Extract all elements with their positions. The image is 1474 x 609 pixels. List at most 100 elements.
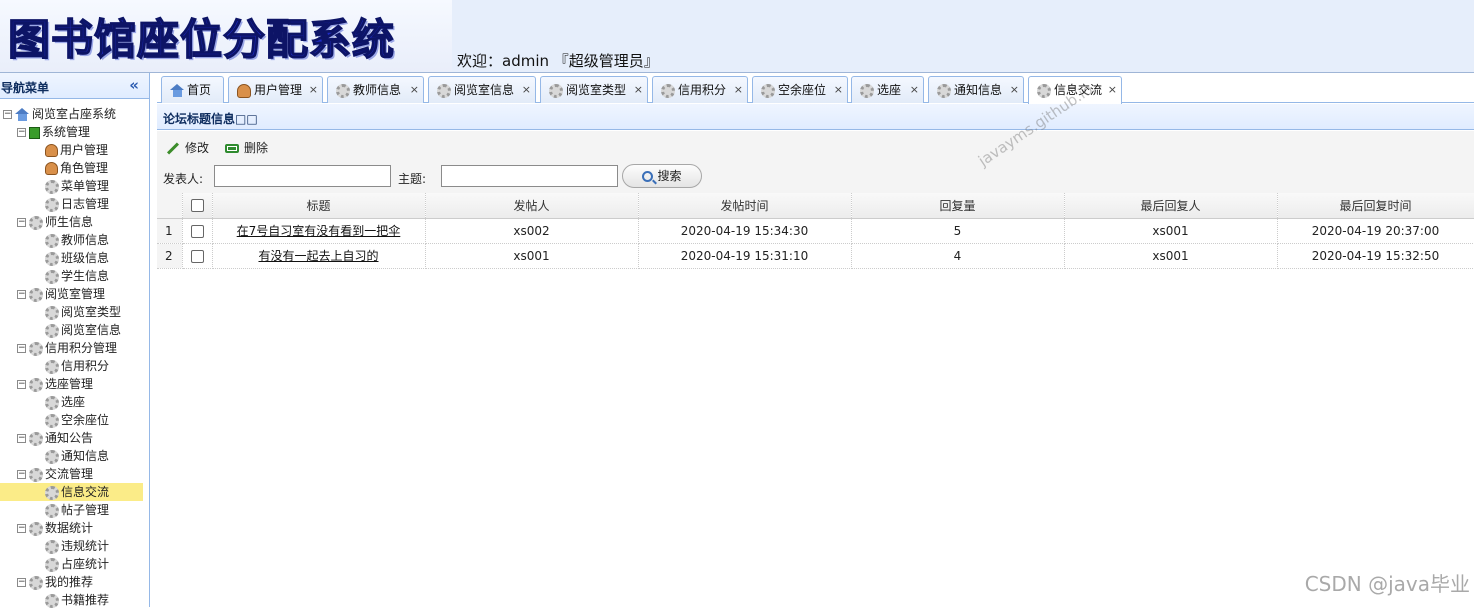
tab[interactable]: 阅览室信息× [428, 76, 536, 103]
tab-label: 用户管理 [254, 83, 302, 97]
collapse-toggle-icon[interactable]: − [17, 434, 26, 443]
gear-icon [45, 450, 59, 464]
close-icon[interactable]: × [910, 77, 919, 103]
tab[interactable]: 通知信息× [928, 76, 1024, 103]
sidebar-item[interactable]: 书籍推荐 [0, 591, 143, 609]
sidebar-item[interactable]: 通知信息 [0, 447, 143, 465]
sidebar-item[interactable]: 阅览室类型 [0, 303, 143, 321]
sidebar-item-label: 阅览室占座系统 [32, 107, 116, 121]
search-button[interactable]: 搜索 [622, 164, 702, 188]
col-header-last-replier[interactable]: 最后回复人 [1064, 193, 1277, 218]
sidebar-item[interactable]: −系统管理 [17, 123, 90, 141]
topic-label: 主题: [398, 170, 426, 187]
sidebar-item[interactable]: 阅览室信息 [0, 321, 143, 339]
sidebar-item-label: 阅览室管理 [45, 287, 105, 301]
post-title-link[interactable]: 有没有一起去上自习的 [258, 249, 378, 263]
sidebar-title: 导航菜单 [1, 79, 49, 96]
row-checkbox-cell[interactable] [182, 218, 212, 243]
collapse-toggle-icon[interactable]: − [17, 290, 26, 299]
tab[interactable]: 教师信息× [327, 76, 424, 103]
forum-table: 标题 发帖人 发帖时间 回复量 最后回复人 最后回复时间 1 在7号自习室有没有… [157, 193, 1474, 269]
sidebar-item[interactable]: −我的推荐 [17, 573, 93, 591]
sidebar-item[interactable]: 学生信息 [0, 267, 143, 285]
row-checkbox-cell[interactable] [182, 243, 212, 268]
sidebar-item[interactable]: 日志管理 [0, 195, 143, 213]
panel-title: 论坛标题信息□□ [163, 110, 258, 127]
collapse-toggle-icon[interactable]: − [17, 470, 26, 479]
sidebar-item[interactable]: −信用积分管理 [17, 339, 117, 357]
sidebar-item[interactable]: −交流管理 [17, 465, 93, 483]
tab-label: 选座 [877, 83, 901, 97]
sidebar-item[interactable]: 违规统计 [0, 537, 143, 555]
sidebar-item[interactable]: −数据统计 [17, 519, 93, 537]
sidebar-item[interactable]: −选座管理 [17, 375, 93, 393]
pencil-icon [167, 142, 179, 154]
sidebar-item[interactable]: −师生信息 [17, 213, 93, 231]
tab[interactable]: 空余座位× [752, 76, 848, 103]
sidebar-item[interactable]: 教师信息 [0, 231, 143, 249]
select-all-checkbox-cell[interactable] [182, 193, 212, 218]
sidebar-item[interactable]: −通知公告 [17, 429, 93, 447]
close-icon[interactable]: × [634, 77, 643, 103]
close-icon[interactable]: × [522, 77, 531, 103]
col-header-last-reply-time[interactable]: 最后回复时间 [1277, 193, 1474, 218]
gear-icon [336, 84, 350, 98]
sidebar-header: 导航菜单 « [0, 73, 149, 99]
collapse-sidebar-icon[interactable]: « [129, 76, 139, 94]
col-header-poster[interactable]: 发帖人 [425, 193, 638, 218]
sidebar-item[interactable]: 选座 [0, 393, 143, 411]
topic-input[interactable] [441, 165, 618, 187]
sidebar-item[interactable]: 空余座位 [0, 411, 143, 429]
gear-icon [45, 180, 59, 194]
table-row[interactable]: 1 在7号自习室有没有看到一把伞 xs002 2020-04-19 15:34:… [157, 218, 1474, 243]
row-number: 1 [157, 218, 182, 243]
table-row[interactable]: 2 有没有一起去上自习的 xs001 2020-04-19 15:31:10 4… [157, 243, 1474, 268]
row-checkbox[interactable] [191, 250, 204, 263]
post-title-link[interactable]: 在7号自习室有没有看到一把伞 [237, 224, 401, 238]
close-icon[interactable]: × [410, 77, 419, 103]
sidebar-item[interactable]: 帖子管理 [0, 501, 143, 519]
edit-button[interactable]: 修改 [166, 139, 209, 157]
collapse-toggle-icon[interactable]: − [17, 578, 26, 587]
gear-icon [45, 360, 59, 374]
delete-button[interactable]: 删除 [225, 139, 268, 157]
select-all-checkbox[interactable] [191, 199, 204, 212]
gear-icon [45, 324, 59, 338]
collapse-toggle-icon[interactable]: − [3, 110, 12, 119]
sidebar-item[interactable]: − 阅览室占座系统 [3, 105, 116, 123]
gear-icon [29, 576, 43, 590]
sidebar-item[interactable]: 信用积分 [0, 357, 143, 375]
col-header-replies[interactable]: 回复量 [851, 193, 1064, 218]
collapse-toggle-icon[interactable]: − [17, 344, 26, 353]
close-icon[interactable]: × [734, 77, 743, 103]
tab[interactable]: 首页 [161, 76, 224, 103]
collapse-toggle-icon[interactable]: − [17, 218, 26, 227]
header: 图书馆座位分配系统 欢迎：admin 『超级管理员』 [0, 0, 1474, 72]
sidebar-item[interactable]: 用户管理 [0, 141, 143, 159]
close-icon[interactable]: × [834, 77, 843, 103]
row-checkbox[interactable] [191, 225, 204, 238]
gear-icon [45, 486, 59, 500]
collapse-toggle-icon[interactable]: − [17, 380, 26, 389]
poster-input[interactable] [214, 165, 391, 187]
tab[interactable]: 信用积分× [652, 76, 748, 103]
tab[interactable]: 选座 × [851, 76, 924, 103]
sidebar-item[interactable]: − 阅览室管理 [17, 285, 105, 303]
collapse-toggle-icon[interactable]: − [17, 524, 26, 533]
sidebar-item[interactable]: 占座统计 [0, 555, 143, 573]
close-icon[interactable]: × [1010, 77, 1019, 103]
delete-button-label: 删除 [244, 141, 268, 155]
sidebar-item[interactable]: 班级信息 [0, 249, 143, 267]
sidebar-item-label: 角色管理 [60, 161, 108, 175]
sidebar-item[interactable]: 菜单管理 [0, 177, 143, 195]
sidebar-item[interactable]: 信息交流 [0, 483, 143, 501]
cell-title: 有没有一起去上自习的 [212, 243, 425, 268]
col-header-title[interactable]: 标题 [212, 193, 425, 218]
col-header-post-time[interactable]: 发帖时间 [638, 193, 851, 218]
tab[interactable]: 阅览室类型× [540, 76, 648, 103]
sidebar-item[interactable]: 角色管理 [0, 159, 143, 177]
collapse-toggle-icon[interactable]: − [17, 128, 26, 137]
tab[interactable]: 用户管理 × [228, 76, 323, 103]
close-icon[interactable]: × [309, 77, 318, 103]
close-icon[interactable]: × [1108, 77, 1117, 103]
